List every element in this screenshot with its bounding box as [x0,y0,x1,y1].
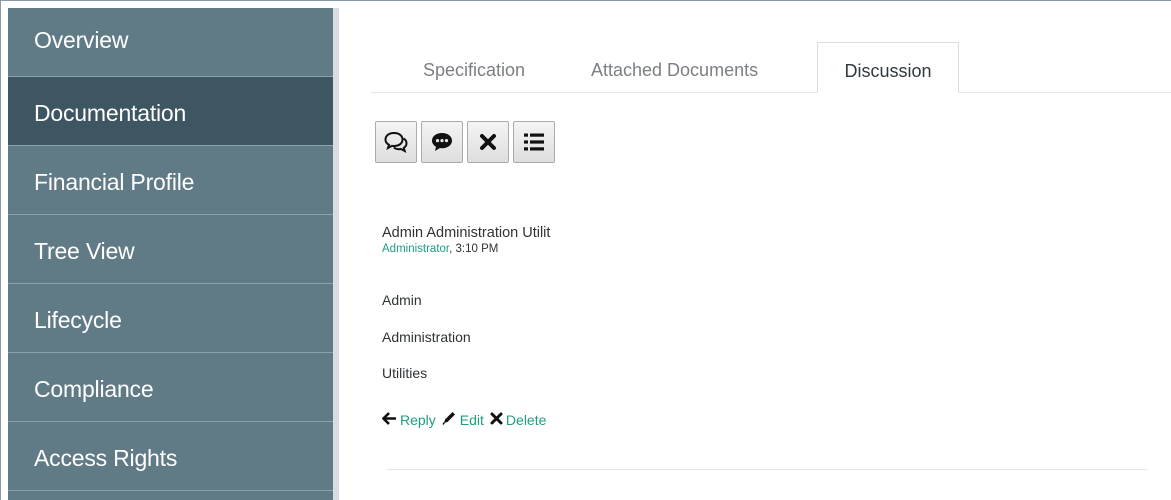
sidebar-item-access-rights[interactable]: Access Rights [8,422,333,491]
delete-button[interactable]: Delete [490,412,546,428]
delete-label: Delete [505,411,547,428]
sidebar-item-tree-view[interactable]: Tree View [8,215,333,284]
comment-time: , 3:10 PM [449,243,499,255]
sidebar-item-label: Overview [34,27,129,53]
tab-attached-documents[interactable]: Attached Documents [591,42,758,92]
edit-label: Edit [459,411,484,428]
sidebar-item-overview[interactable]: Overview [8,8,333,77]
tab-label: Discussion [844,61,932,81]
sidebar-item-compliance[interactable]: Compliance [8,353,333,422]
tab-discussion[interactable]: Discussion [817,42,959,93]
tab-label: Attached Documents [591,60,759,80]
reply-button[interactable]: Reply [381,411,436,428]
comment-text-line: Admin [382,292,422,308]
close-icon [479,133,497,151]
main-content: Specification Attached Documents Discuss… [339,8,1171,500]
reply-label: Reply [400,411,436,428]
tab-specification[interactable]: Specification [423,42,525,92]
new-topic-button[interactable] [375,121,417,163]
tab-bar: Specification Attached Documents Discuss… [371,42,1171,93]
edit-button[interactable]: Edit [442,411,484,428]
sidebar-item-financial-profile[interactable]: Financial Profile [8,146,333,215]
comment-author: Admin Administration Utilit [382,225,551,241]
tab-label: Specification [423,60,526,80]
arrow-left-icon [381,411,400,428]
sidebar-item-label: Tree View [34,238,135,264]
sidebar-item-documentation[interactable]: Documentation [8,77,333,146]
sidebar-item-label: Compliance [34,376,154,402]
comment-text-line: Utilities [382,365,428,381]
sidebar-item-label: Documentation [34,100,187,126]
add-comment-button[interactable] [421,121,463,163]
sidebar-item-label: Lifecycle [34,307,122,333]
close-icon [490,412,506,428]
sidebar-nav: Overview Documentation Financial Profile… [8,8,333,500]
list-view-button[interactable] [513,121,555,163]
comment-meta: Administrator, 3:10 PM [382,243,550,255]
sidebar-item-label: Access Rights [34,445,178,471]
comment-divider [387,469,1147,470]
comment-text-line: Administration [382,329,471,345]
discussion-toolbar [375,121,555,163]
sidebar-item-lifecycle[interactable]: Lifecycle [8,284,333,353]
author-role-link[interactable]: Administrator [382,243,449,255]
comment-dots-icon [430,131,454,153]
comments-icon [384,131,408,153]
remove-button[interactable] [467,121,509,163]
comment-actions: Reply Edit Delete [381,411,552,428]
list-icon [523,132,545,152]
comment-entry: Admin Administration Utilit Administrato… [382,225,551,381]
sidebar-item-label: Financial Profile [34,169,195,195]
pencil-icon [442,411,460,428]
